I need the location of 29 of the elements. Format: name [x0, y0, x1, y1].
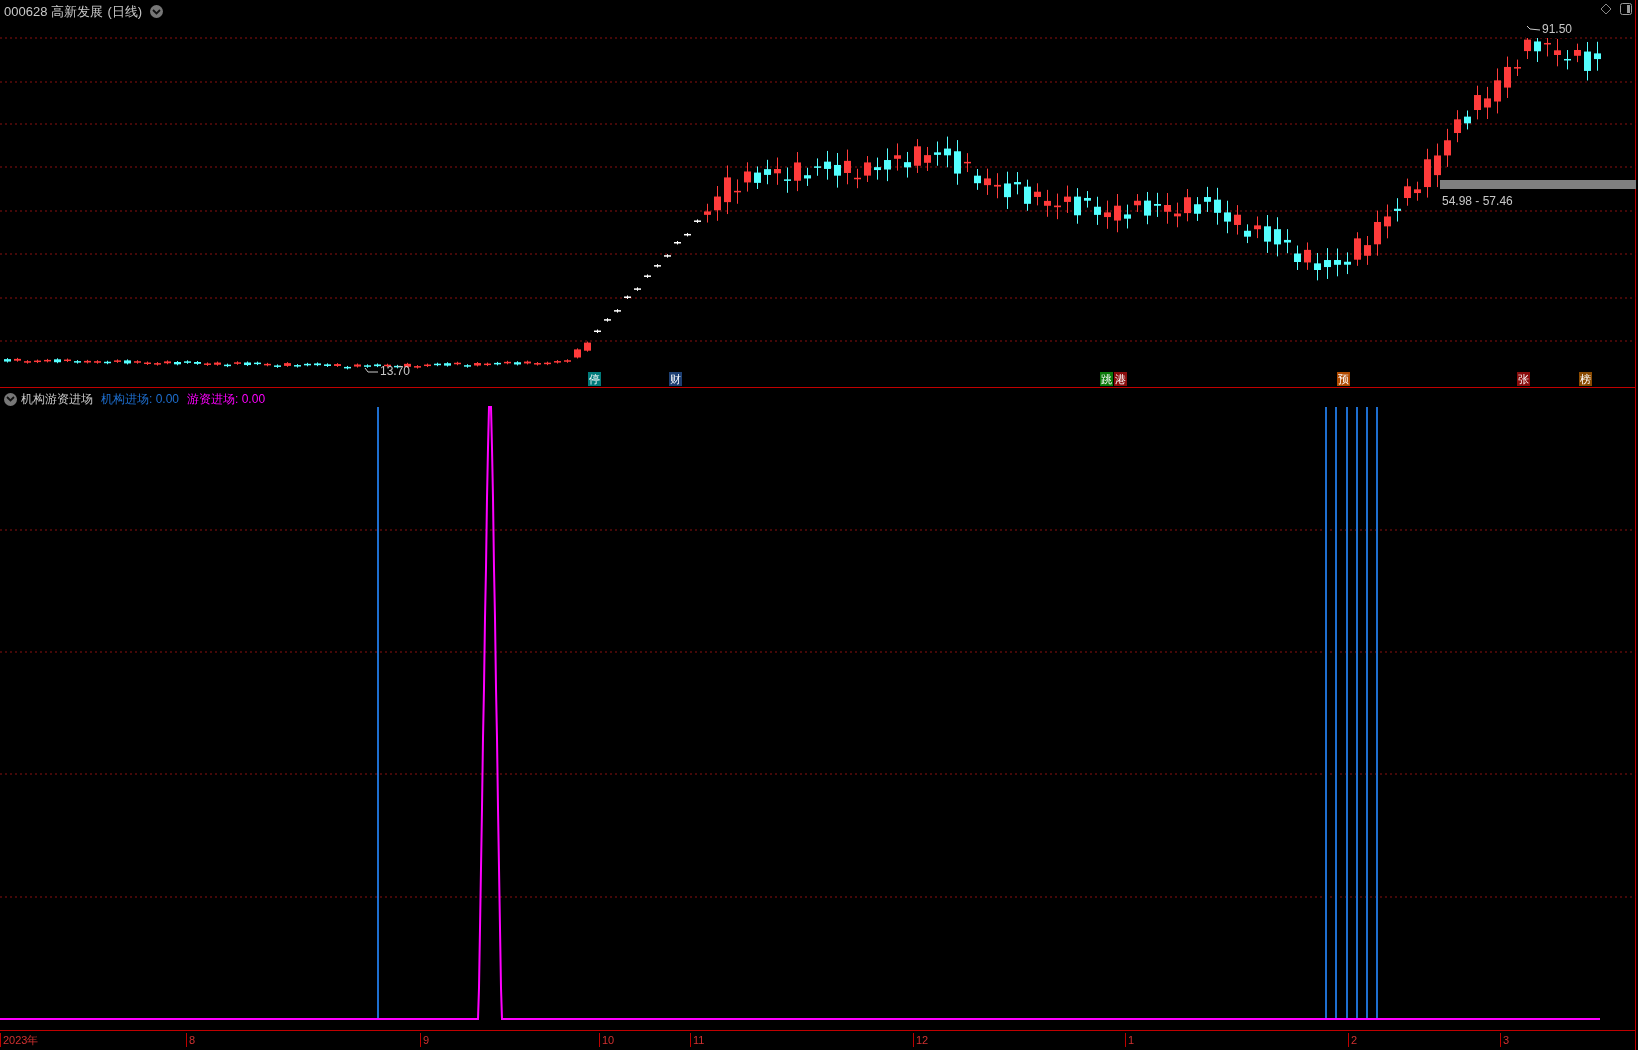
event-badge[interactable]: 港 [1114, 372, 1127, 386]
panel-icon[interactable] [1620, 3, 1632, 15]
axis-label: 12 [913, 1033, 929, 1047]
axis-label: 3 [1500, 1033, 1510, 1047]
event-badge[interactable]: 停 [588, 372, 601, 386]
axis-label: 9 [420, 1033, 430, 1047]
dropdown-icon[interactable] [4, 392, 17, 406]
high-price-label: 91.50 [1542, 21, 1573, 38]
low-price-label: 13.70 [380, 363, 411, 380]
axis-label: 2023年 [0, 1033, 39, 1047]
diamond-icon[interactable] [1600, 3, 1612, 15]
event-badge[interactable]: 预 [1337, 372, 1350, 386]
event-badge[interactable]: 财 [669, 372, 682, 386]
legend-value: 游资进场: 0.00 [187, 391, 266, 408]
event-badge[interactable]: 跳 [1100, 372, 1113, 386]
stock-name: 高新发展 [51, 3, 104, 21]
indicator-name: 机构游资进场 [21, 391, 93, 408]
event-badge[interactable]: 榜 [1579, 372, 1592, 386]
axis-label: 2 [1348, 1033, 1358, 1047]
axis-label: 11 [690, 1033, 705, 1047]
legend-value: 机构进场: 0.00 [101, 391, 180, 408]
stock-code: 000628 [4, 3, 48, 21]
price-range-label: 54.98 - 57.46 [1442, 193, 1513, 210]
dropdown-icon[interactable] [150, 5, 164, 19]
chart-period: (日线) [107, 3, 143, 21]
axis-label: 10 [599, 1033, 615, 1047]
axis-label: 1 [1125, 1033, 1135, 1047]
axis-label: 8 [186, 1033, 196, 1047]
event-badge[interactable]: 张 [1517, 372, 1530, 386]
